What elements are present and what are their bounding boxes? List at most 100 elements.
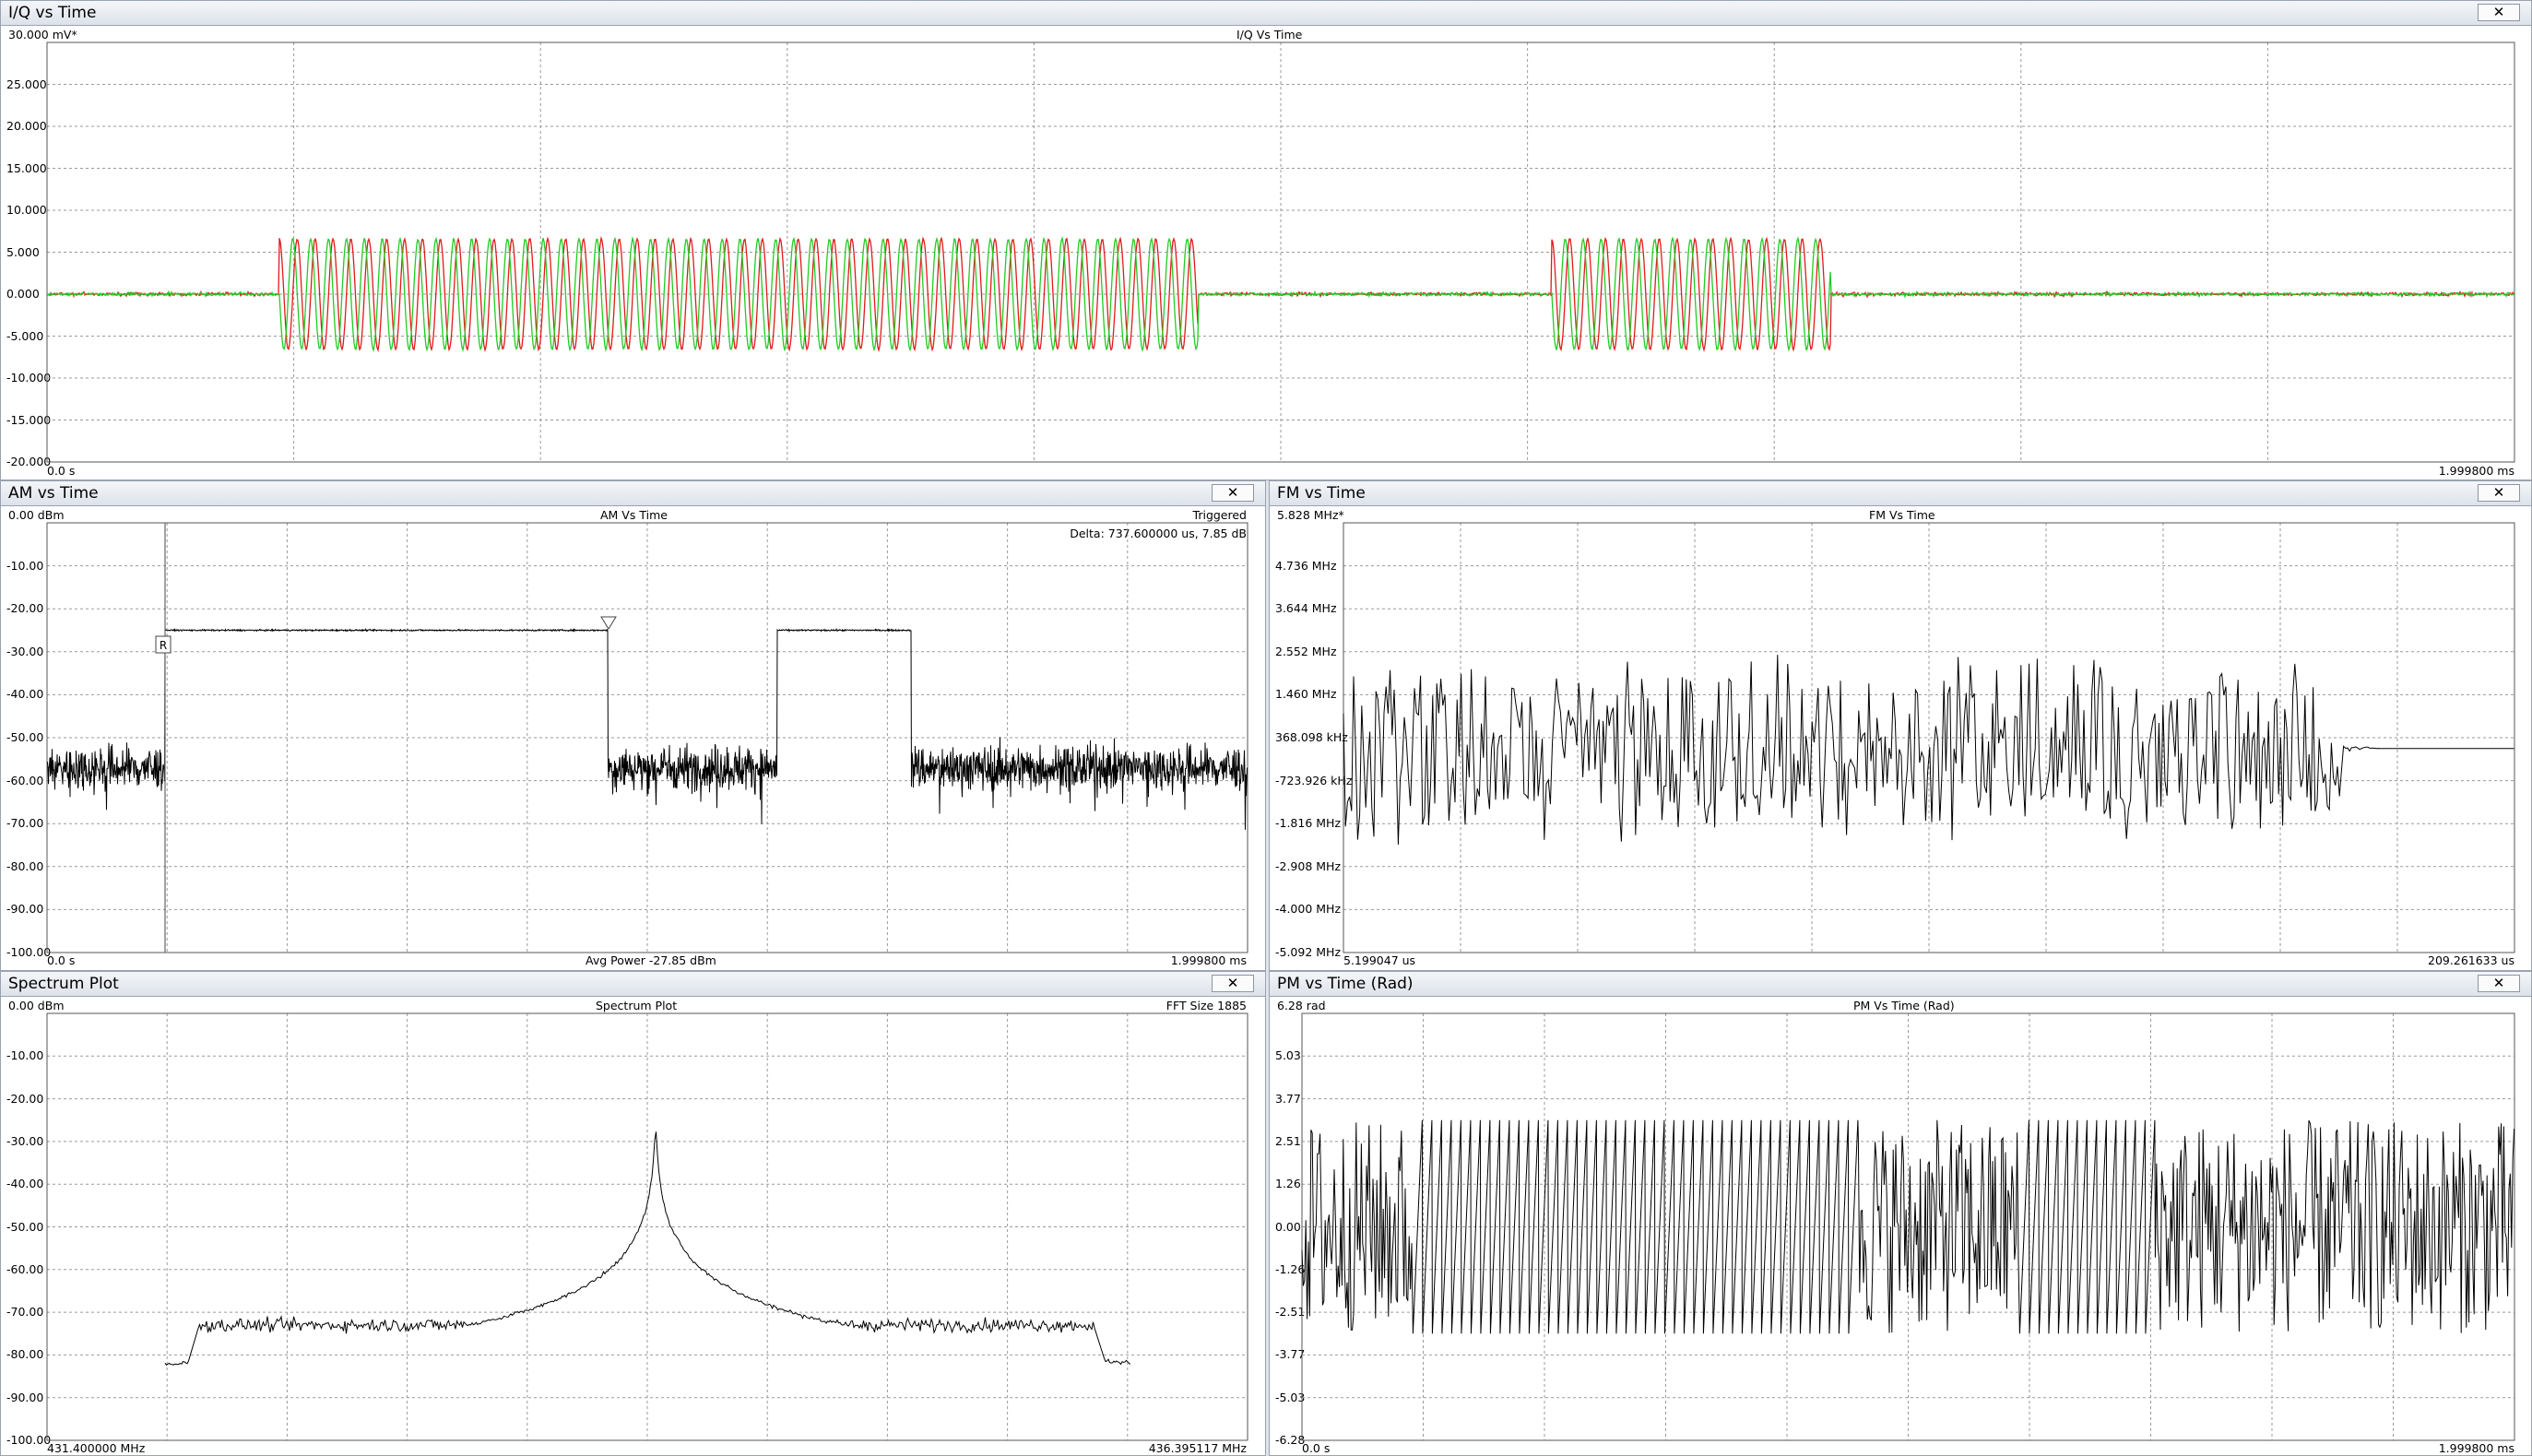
y-tick-label: -20.00 xyxy=(6,1093,43,1106)
fm-vs-time-panel: FM vs Time ✕ 5.828 MHz* FM Vs Time 4.736… xyxy=(1269,480,2532,971)
y-tick-label: -100.00 xyxy=(6,946,51,959)
y-tick-label: 2.51 xyxy=(1275,1135,1301,1148)
x-axis-end-label: 1.999800 ms xyxy=(1171,954,1247,967)
pm-vs-time-panel: PM vs Time (Rad) ✕ 6.28 rad PM Vs Time (… xyxy=(1269,971,2532,1456)
y-axis-max-label: 5.828 MHz* xyxy=(1277,509,1344,522)
y-tick-label: -50.00 xyxy=(6,1221,43,1234)
y-tick-label: -90.00 xyxy=(6,1391,43,1404)
y-tick-label: -40.00 xyxy=(6,688,43,701)
x-axis-start-label: 5.199047 us xyxy=(1343,954,1415,967)
y-tick-label: -3.77 xyxy=(1275,1348,1305,1361)
y-axis-max-label: 0.00 dBm xyxy=(8,1000,65,1012)
y-axis-max-label: 6.28 rad xyxy=(1277,1000,1326,1012)
x-axis-start-label: 0.0 s xyxy=(47,465,75,478)
plot-title: I/Q Vs Time xyxy=(1236,29,1302,41)
x-axis-start-label: 0.0 s xyxy=(47,954,75,967)
grid xyxy=(1343,523,2514,953)
fm-panel-titlebar[interactable]: FM vs Time ✕ xyxy=(1270,481,2531,506)
close-button[interactable]: ✕ xyxy=(2478,484,2520,502)
y-tick-label: -30.00 xyxy=(6,1135,43,1148)
y-tick-label: -5.000 xyxy=(6,330,43,343)
spectrum-panel-title: Spectrum Plot xyxy=(8,975,119,993)
y-tick-label: -30.00 xyxy=(6,645,43,658)
y-tick-label: -90.00 xyxy=(6,903,43,916)
y-tick-label: 1.26 xyxy=(1275,1178,1301,1190)
x-axis-start-label: 431.400000 MHz xyxy=(47,1442,145,1455)
y-tick-label: 15.000 xyxy=(6,162,47,175)
y-tick-label: -15.000 xyxy=(6,414,51,427)
delta-marker[interactable] xyxy=(601,617,616,629)
y-tick-label: -2.908 MHz xyxy=(1275,860,1341,873)
y-tick-label: 2.552 MHz xyxy=(1275,645,1337,658)
y-tick-label: 5.000 xyxy=(6,246,40,259)
close-button[interactable]: ✕ xyxy=(1212,484,1254,502)
y-tick-label: 368.098 kHz xyxy=(1275,731,1348,744)
x-axis-end-label: 1.999800 ms xyxy=(2439,465,2514,478)
y-tick-label: -70.00 xyxy=(6,817,43,830)
y-tick-label: 1.460 MHz xyxy=(1275,688,1337,701)
grid xyxy=(47,1013,1248,1440)
y-tick-label: -60.00 xyxy=(6,775,43,787)
y-tick-label: -70.00 xyxy=(6,1306,43,1319)
y-tick-label: -60.00 xyxy=(6,1263,43,1276)
y-tick-label: -10.000 xyxy=(6,372,51,385)
y-axis-max-label: 30.000 mV* xyxy=(8,29,77,41)
y-tick-label: -5.03 xyxy=(1275,1391,1305,1404)
y-tick-label: 25.000 xyxy=(6,78,47,91)
close-button[interactable]: ✕ xyxy=(2478,975,2520,992)
pm-plot-area[interactable] xyxy=(1302,1013,2514,1440)
plot-title: PM Vs Time (Rad) xyxy=(1853,1000,1955,1012)
y-tick-label: -50.00 xyxy=(6,731,43,744)
y-axis-max-label: 0.00 dBm xyxy=(8,509,65,522)
y-tick-label: 10.000 xyxy=(6,204,47,217)
y-tick-label: 3.644 MHz xyxy=(1275,602,1337,615)
close-button[interactable]: ✕ xyxy=(1212,975,1254,992)
avg-power-readout: Avg Power -27.85 dBm xyxy=(586,954,716,967)
am-panel-titlebar[interactable]: AM vs Time ✕ xyxy=(1,481,1265,506)
y-tick-label: -10.00 xyxy=(6,1049,43,1062)
y-tick-label: -6.28 xyxy=(1275,1434,1305,1447)
y-tick-label: -1.26 xyxy=(1275,1263,1305,1276)
y-tick-label: 3.77 xyxy=(1275,1093,1301,1106)
x-axis-start-label: 0.0 s xyxy=(1302,1442,1330,1455)
am-vs-time-panel: AM vs Time ✕ 0.00 dBm AM Vs Time Trigger… xyxy=(0,480,1266,971)
pm-panel-titlebar[interactable]: PM vs Time (Rad) ✕ xyxy=(1270,972,2531,997)
x-axis-end-label: 436.395117 MHz xyxy=(1149,1442,1247,1455)
fm-plot-area[interactable] xyxy=(1343,523,2514,953)
plot-title: AM Vs Time xyxy=(600,509,668,522)
plot-title: FM Vs Time xyxy=(1869,509,1935,522)
y-tick-label: -80.00 xyxy=(6,860,43,873)
marker-label: R xyxy=(160,639,167,652)
y-tick-label: 4.736 MHz xyxy=(1275,560,1337,573)
iq-vs-time-panel: I/Q vs Time ✕ 30.000 mV* I/Q Vs Time 25.… xyxy=(0,0,2532,480)
fm-panel-title: FM vs Time xyxy=(1277,484,1366,503)
fft-size-readout: FFT Size 1885 xyxy=(1166,1000,1247,1012)
iq-plot-area[interactable] xyxy=(47,42,2514,462)
pm-panel-title: PM vs Time (Rad) xyxy=(1277,975,1414,993)
x-axis-end-label: 1.999800 ms xyxy=(2439,1442,2514,1455)
y-tick-label: -2.51 xyxy=(1275,1306,1305,1319)
am-plot-area[interactable]: R xyxy=(47,523,1248,953)
x-axis-end-label: 209.261633 us xyxy=(2428,954,2514,967)
y-tick-label: 0.00 xyxy=(1275,1221,1301,1234)
spectrum-plot-panel: Spectrum Plot ✕ 0.00 dBm Spectrum Plot F… xyxy=(0,971,1266,1456)
y-tick-label: -10.00 xyxy=(6,560,43,573)
iq-panel-title: I/Q vs Time xyxy=(8,4,96,22)
y-tick-label: -100.00 xyxy=(6,1434,51,1447)
grid xyxy=(1302,1013,2514,1440)
grid xyxy=(47,42,2514,462)
y-tick-label: -80.00 xyxy=(6,1348,43,1361)
am-panel-title: AM vs Time xyxy=(8,484,99,503)
y-tick-label: 5.03 xyxy=(1275,1049,1301,1062)
close-button[interactable]: ✕ xyxy=(2478,4,2520,21)
reference-marker[interactable]: R xyxy=(156,636,171,653)
iq-panel-titlebar[interactable]: I/Q vs Time ✕ xyxy=(1,1,2531,26)
y-tick-label: 0.000 xyxy=(6,288,40,301)
y-tick-label: -4.000 MHz xyxy=(1275,903,1341,916)
y-tick-label: -20.00 xyxy=(6,602,43,615)
spectrum-plot-area[interactable] xyxy=(47,1013,1248,1440)
trigger-status: Triggered xyxy=(1193,509,1247,522)
spectrum-panel-titlebar[interactable]: Spectrum Plot ✕ xyxy=(1,972,1265,997)
y-tick-label: -1.816 MHz xyxy=(1275,817,1341,830)
grid xyxy=(47,523,1248,953)
